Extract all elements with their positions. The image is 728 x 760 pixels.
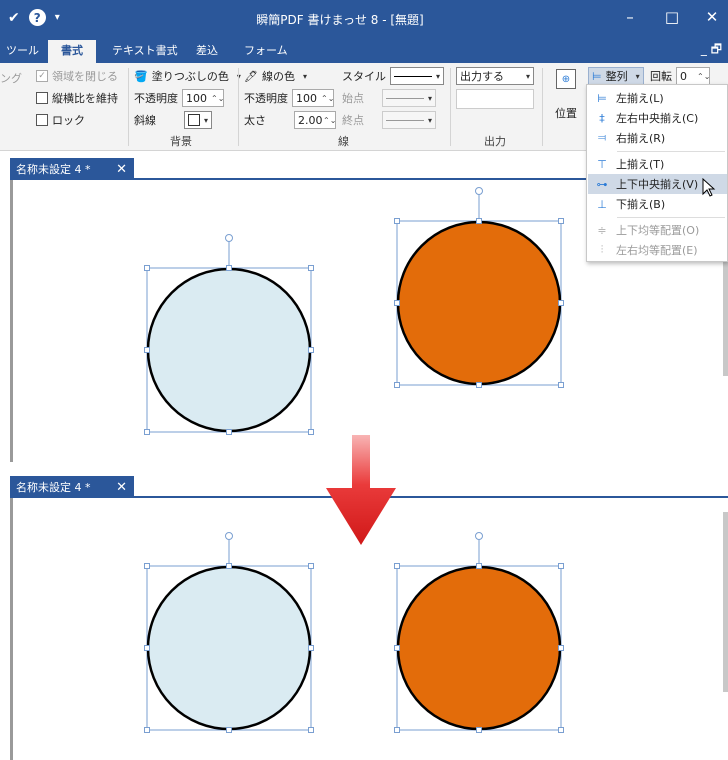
menu-item-label: 左揃え(L)	[616, 92, 664, 105]
menu-item-label: 左右中央揃え(C)	[616, 112, 699, 125]
distribute-horizontal-icon: ⫶	[600, 243, 604, 256]
menu-item-label: 上揃え(T)	[616, 158, 665, 171]
app-window: ✔ ? ▾ 瞬簡PDF 書けまっせ 8 - [無題] – □ ✕ ツール 書式 …	[0, 0, 728, 760]
align-bottom-icon: ⊥	[597, 197, 607, 211]
menu-item-align-h-center[interactable]: ‡ 左右中央揃え(C)	[588, 108, 727, 128]
menu-item-align-top[interactable]: ⊤ 上揃え(T)	[588, 154, 727, 174]
circle-light-after[interactable]	[144, 532, 314, 733]
align-right-icon: ⫤	[597, 131, 607, 144]
orange-circle-shape	[396, 220, 562, 386]
menu-item-label: 上下中央揃え(V)	[616, 178, 699, 191]
align-horizontal-center-icon: ‡	[599, 111, 605, 125]
orange-circle-shape	[396, 565, 562, 731]
light-circle-shape	[146, 267, 312, 433]
light-circle-shape	[146, 565, 312, 731]
rotate-handle[interactable]	[475, 532, 483, 540]
distribute-vertical-icon: ≑	[597, 223, 607, 237]
menu-item-distribute-horizontal[interactable]: ⫶ 左右均等配置(E)	[588, 240, 727, 260]
menu-item-align-right[interactable]: ⫤ 右揃え(R)	[588, 128, 727, 148]
menu-separator	[617, 217, 725, 218]
align-vertical-center-icon: ⊶	[596, 177, 608, 191]
down-arrow-icon	[326, 435, 396, 545]
menu-item-label: 上下均等配置(O)	[616, 224, 700, 237]
circle-orange-after[interactable]	[394, 532, 564, 733]
align-dropdown-menu: ⊨ 左揃え(L) ‡ 左右中央揃え(C) ⫤ 右揃え(R) ⊤ 上揃え(T) ⊶…	[586, 84, 728, 262]
menu-separator	[617, 151, 725, 152]
rotate-handle[interactable]	[475, 187, 483, 195]
menu-item-label: 下揃え(B)	[616, 198, 666, 211]
menu-item-distribute-vertical[interactable]: ≑ 上下均等配置(O)	[588, 220, 727, 240]
rotate-handle[interactable]	[225, 532, 233, 540]
align-left-icon: ⊨	[597, 91, 607, 105]
menu-item-label: 左右均等配置(E)	[616, 244, 698, 257]
circle-orange-before[interactable]	[394, 187, 564, 388]
menu-item-align-left[interactable]: ⊨ 左揃え(L)	[588, 88, 727, 108]
mouse-cursor-icon	[702, 178, 716, 197]
circle-light-before[interactable]	[144, 234, 314, 435]
menu-item-label: 右揃え(R)	[616, 132, 666, 145]
rotate-handle[interactable]	[225, 234, 233, 242]
align-top-icon: ⊤	[597, 157, 607, 171]
